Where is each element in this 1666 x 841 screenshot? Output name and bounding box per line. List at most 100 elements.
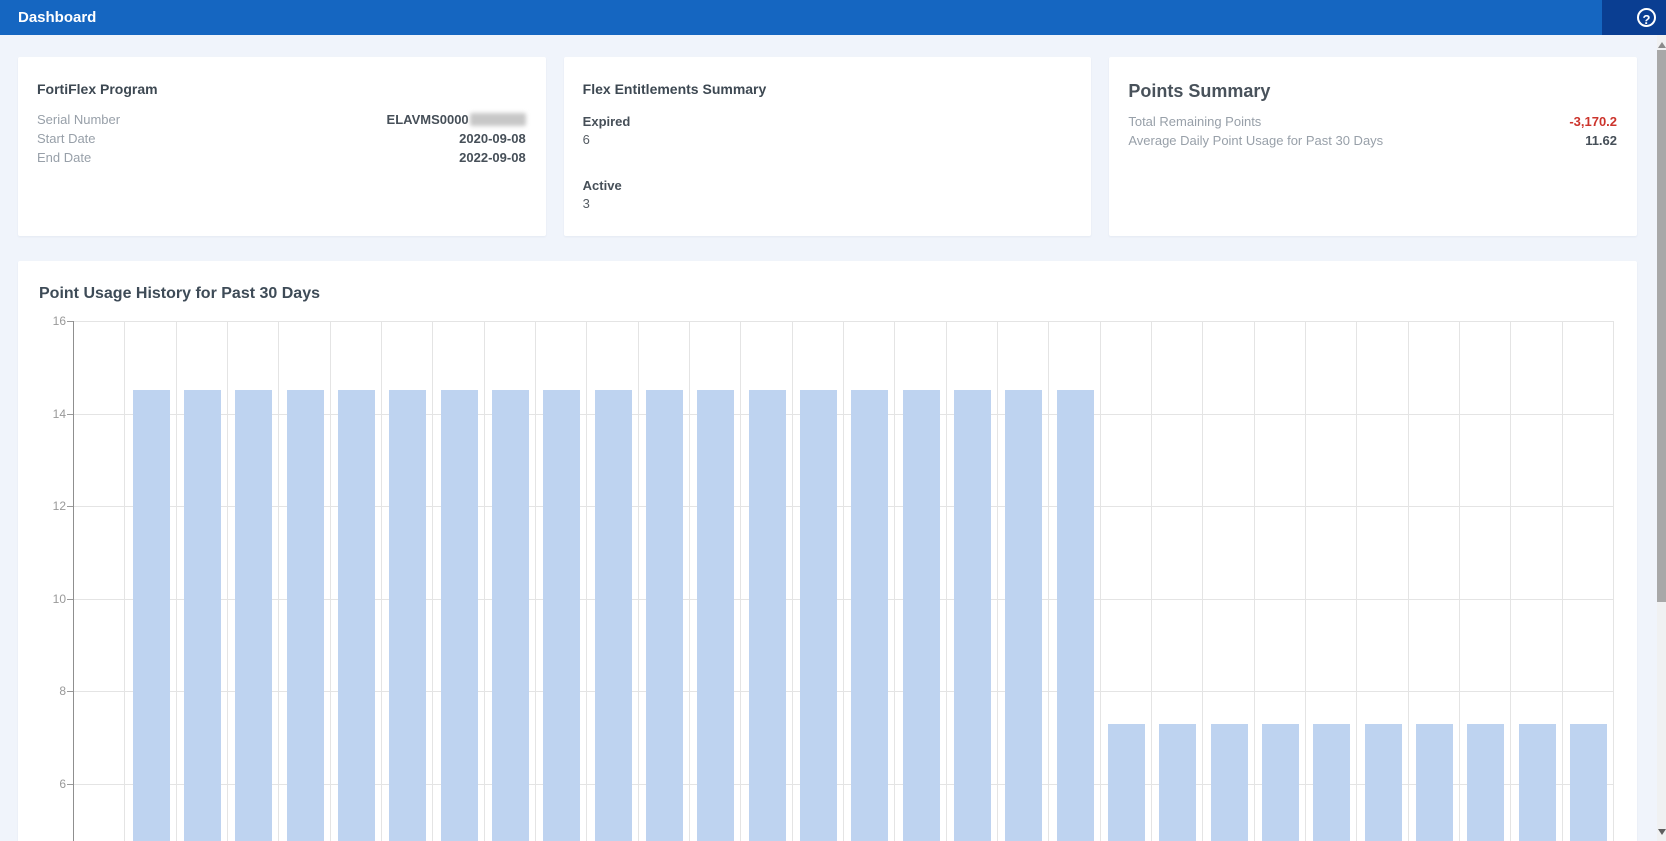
usage-bar-day-8[interactable]: [441, 390, 478, 841]
usage-bar-day-16[interactable]: [851, 390, 888, 841]
usage-bar-day-15[interactable]: [800, 390, 837, 841]
usage-bar-day-19[interactable]: [1005, 390, 1042, 841]
usage-bar-day-6[interactable]: [338, 390, 375, 841]
help-icon: ?: [1637, 8, 1656, 27]
serial-number-value: ELAVMS0000: [387, 110, 469, 129]
usage-bar-day-14[interactable]: [749, 390, 786, 841]
y-tick-mark: [67, 506, 73, 507]
page-title: Dashboard: [0, 9, 96, 26]
usage-bar-day-4[interactable]: [235, 390, 272, 841]
expired-group: Expired 6: [583, 113, 1072, 149]
start-date-row: Start Date 2020-09-08: [37, 129, 526, 148]
usage-bar-day-9[interactable]: [492, 390, 529, 841]
usage-bar-day-30[interactable]: [1570, 724, 1607, 841]
end-date-row: End Date 2022-09-08: [37, 148, 526, 167]
y-tick-mark: [67, 691, 73, 692]
h-gridline: [74, 321, 1614, 322]
v-gridline: [689, 321, 690, 841]
usage-bar-day-27[interactable]: [1416, 724, 1453, 841]
v-gridline: [1613, 321, 1614, 841]
point-usage-chart-card: Point Usage History for Past 30 Days 161…: [18, 261, 1637, 841]
points-summary-card: Points Summary Total Remaining Points -3…: [1109, 57, 1637, 236]
v-gridline: [381, 321, 382, 841]
help-button[interactable]: ?: [1602, 0, 1666, 35]
serial-number-label: Serial Number: [37, 110, 120, 129]
v-gridline: [843, 321, 844, 841]
y-tick-label: 16: [32, 314, 66, 328]
vertical-scrollbar[interactable]: [1657, 35, 1666, 841]
usage-bar-day-29[interactable]: [1519, 724, 1556, 841]
usage-bar-day-28[interactable]: [1467, 724, 1504, 841]
usage-bar-day-18[interactable]: [954, 390, 991, 841]
usage-bar-day-13[interactable]: [697, 390, 734, 841]
usage-bar-day-21[interactable]: [1108, 724, 1145, 841]
usage-bar-day-7[interactable]: [389, 390, 426, 841]
usage-bar-day-20[interactable]: [1057, 390, 1094, 841]
active-count: 3: [583, 195, 1072, 213]
v-gridline: [176, 321, 177, 841]
fortiflex-program-card: FortiFlex Program Serial Number ELAVMS00…: [18, 57, 546, 236]
usage-bar-day-24[interactable]: [1262, 724, 1299, 841]
v-gridline: [946, 321, 947, 841]
y-tick-mark: [67, 599, 73, 600]
v-gridline: [1356, 321, 1357, 841]
card-title: Flex Entitlements Summary: [583, 81, 1072, 97]
v-gridline: [1459, 321, 1460, 841]
usage-bar-day-12[interactable]: [646, 390, 683, 841]
usage-bar-day-3[interactable]: [184, 390, 221, 841]
y-tick-label: 12: [32, 499, 66, 513]
average-daily-usage-value: 11.62: [1585, 131, 1617, 150]
v-gridline: [638, 321, 639, 841]
scrollbar-down-arrow-icon[interactable]: [1657, 829, 1666, 837]
v-gridline: [1562, 321, 1563, 841]
usage-bar-day-11[interactable]: [595, 390, 632, 841]
v-gridline: [227, 321, 228, 841]
scrollbar-up-arrow-icon[interactable]: [1657, 40, 1666, 48]
total-remaining-points-label: Total Remaining Points: [1128, 112, 1261, 131]
usage-bar-day-26[interactable]: [1365, 724, 1402, 841]
v-gridline: [278, 321, 279, 841]
v-gridline: [1151, 321, 1152, 841]
average-daily-usage-row: Average Daily Point Usage for Past 30 Da…: [1128, 131, 1617, 150]
v-gridline: [740, 321, 741, 841]
v-gridline: [535, 321, 536, 841]
y-axis-line: [73, 321, 74, 841]
v-gridline: [894, 321, 895, 841]
chart-title: Point Usage History for Past 30 Days: [39, 285, 320, 303]
start-date-label: Start Date: [37, 129, 96, 148]
v-gridline: [484, 321, 485, 841]
end-date-value: 2022-09-08: [459, 148, 526, 167]
usage-bar-day-25[interactable]: [1313, 724, 1350, 841]
v-gridline: [1100, 321, 1101, 841]
usage-bar-day-5[interactable]: [287, 390, 324, 841]
serial-number-redacted: [470, 113, 526, 126]
summary-cards-row: FortiFlex Program Serial Number ELAVMS00…: [18, 57, 1637, 236]
usage-bar-day-17[interactable]: [903, 390, 940, 841]
active-group: Active 3: [583, 177, 1072, 213]
usage-bar-day-22[interactable]: [1159, 724, 1196, 841]
v-gridline: [1254, 321, 1255, 841]
expired-label: Expired: [583, 113, 1072, 131]
v-gridline: [1202, 321, 1203, 841]
y-tick-mark: [67, 414, 73, 415]
usage-bar-day-10[interactable]: [543, 390, 580, 841]
v-gridline: [432, 321, 433, 841]
y-tick-label: 10: [32, 592, 66, 606]
y-tick-label: 8: [32, 684, 66, 698]
card-title: Points Summary: [1128, 81, 1617, 102]
usage-bar-day-2[interactable]: [133, 390, 170, 841]
scrollbar-thumb[interactable]: [1657, 50, 1666, 602]
y-tick-label: 14: [32, 407, 66, 421]
point-usage-chart: 1614121086: [74, 321, 1614, 841]
usage-bar-day-23[interactable]: [1211, 724, 1248, 841]
serial-number-row: Serial Number ELAVMS0000: [37, 110, 526, 129]
app-header: Dashboard ?: [0, 0, 1666, 35]
dashboard-page: FortiFlex Program Serial Number ELAVMS00…: [0, 35, 1657, 841]
v-gridline: [1305, 321, 1306, 841]
end-date-label: End Date: [37, 148, 91, 167]
expired-count: 6: [583, 131, 1072, 149]
v-gridline: [124, 321, 125, 841]
y-tick-mark: [67, 784, 73, 785]
v-gridline: [1048, 321, 1049, 841]
v-gridline: [1510, 321, 1511, 841]
